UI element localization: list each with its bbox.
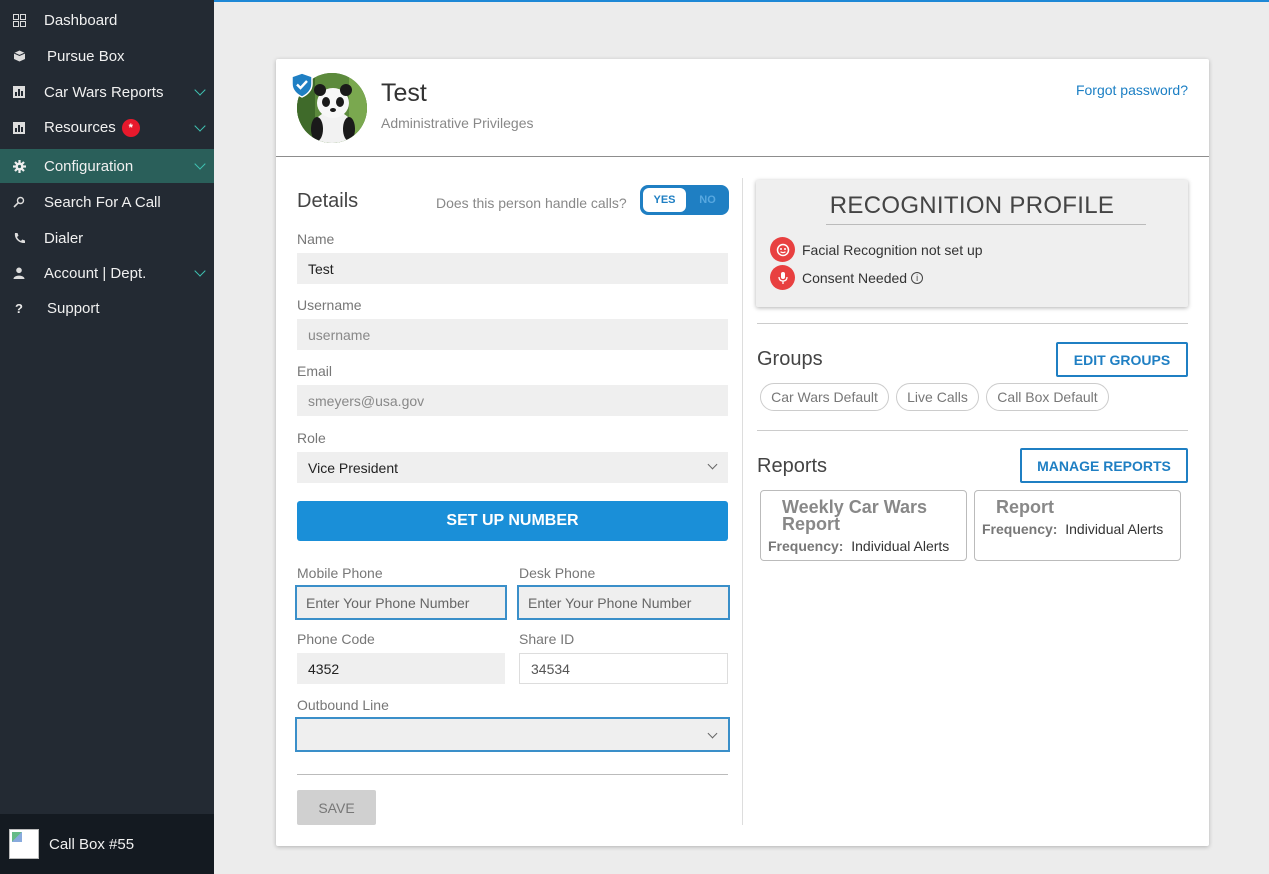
notification-badge: * xyxy=(121,119,140,138)
consent-status: Consent Needed i xyxy=(770,265,924,290)
mobile-phone-label: Mobile Phone xyxy=(297,565,383,581)
mobile-phone-input[interactable]: Enter Your Phone Number xyxy=(295,585,507,620)
nav-label: Configuration xyxy=(44,157,134,175)
name-field[interactable]: Test xyxy=(297,253,728,284)
toggle-yes[interactable]: YES xyxy=(643,188,686,212)
chevron-down-icon xyxy=(194,120,206,132)
manage-reports-button[interactable]: MANAGE REPORTS xyxy=(1020,448,1188,483)
report-title-line2: Report xyxy=(782,514,840,534)
report-frequency: Frequency: Individual Alerts xyxy=(982,521,1164,537)
nav-label: Car Wars Reports xyxy=(44,83,164,101)
recognition-title: RECOGNITION PROFILE xyxy=(829,192,1115,219)
email-field[interactable]: smeyers@usa.gov xyxy=(297,385,728,416)
callbox-label: Call Box #55 xyxy=(49,835,135,853)
chart-icon xyxy=(12,85,26,99)
chevron-down-icon xyxy=(194,265,206,277)
outbound-line-label: Outbound Line xyxy=(297,697,389,713)
handle-calls-question: Does this person handle calls? xyxy=(436,195,627,211)
header-divider xyxy=(276,156,1209,157)
nav-label: Dashboard xyxy=(44,11,118,29)
report-frequency: Frequency: Individual Alerts xyxy=(768,538,950,554)
chevron-down-icon xyxy=(707,728,718,739)
gear-icon xyxy=(12,159,26,173)
outbound-line-select[interactable] xyxy=(295,717,730,752)
chevron-down-icon xyxy=(194,158,206,170)
user-role: Administrative Privileges xyxy=(381,115,534,131)
face-icon xyxy=(770,237,795,262)
info-icon[interactable]: i xyxy=(911,271,924,284)
nav-dashboard[interactable]: Dashboard xyxy=(0,3,214,37)
set-up-number-button[interactable]: SET UP NUMBER xyxy=(297,501,728,541)
groups-title: Groups xyxy=(757,348,823,370)
facial-recognition-text: Facial Recognition not set up xyxy=(802,241,983,258)
group-chip[interactable]: Call Box Default xyxy=(986,383,1109,411)
group-chip[interactable]: Live Calls xyxy=(896,383,979,411)
chevron-down-icon xyxy=(707,459,718,470)
role-select-value: Vice President xyxy=(308,459,399,476)
search-icon xyxy=(12,195,26,209)
role-label: Role xyxy=(297,430,326,446)
nav-account-dept[interactable]: Account | Dept. xyxy=(0,256,214,290)
column-divider xyxy=(742,178,743,825)
phone-code-field[interactable]: 4352 xyxy=(297,653,505,684)
nav-car-wars-reports[interactable]: Car Wars Reports xyxy=(0,75,214,109)
desk-phone-input[interactable]: Enter Your Phone Number xyxy=(517,585,730,620)
user-profile-card: Test Administrative Privileges Forgot pa… xyxy=(276,59,1209,846)
recognition-divider xyxy=(826,224,1146,225)
share-id-field[interactable]: 34534 xyxy=(519,653,728,684)
report-card[interactable]: Weekly Car Wars Report Frequency: Indivi… xyxy=(760,490,967,561)
verified-shield-icon xyxy=(290,72,314,98)
phone-code-label: Phone Code xyxy=(297,631,375,647)
grid-icon xyxy=(12,13,26,27)
toggle-no[interactable]: NO xyxy=(689,188,726,212)
nav-label: Account | Dept. xyxy=(44,264,147,282)
nav-resources[interactable]: Resources * xyxy=(0,111,214,145)
group-chip[interactable]: Car Wars Default xyxy=(760,383,889,411)
username-label: Username xyxy=(297,297,362,313)
consent-text: Consent Needed xyxy=(802,269,908,286)
nav-support[interactable]: ? Support xyxy=(0,291,214,325)
reports-title: Reports xyxy=(757,455,828,477)
edit-groups-button[interactable]: EDIT GROUPS xyxy=(1056,342,1188,377)
handle-calls-toggle[interactable]: YES NO xyxy=(640,185,729,215)
nav-dialer[interactable]: Dialer xyxy=(0,221,214,255)
box-icon xyxy=(12,49,26,63)
facial-recognition-status: Facial Recognition not set up xyxy=(770,237,983,262)
report-card[interactable]: Report Frequency: Individual Alerts xyxy=(974,490,1181,561)
nav-label: Support xyxy=(47,299,100,317)
microphone-icon xyxy=(770,265,795,290)
nav-label: Pursue Box xyxy=(47,47,125,65)
top-accent-bar xyxy=(214,0,1269,2)
desk-phone-label: Desk Phone xyxy=(519,565,596,581)
sidebar: Dashboard Pursue Box Car Wars Reports Re… xyxy=(0,0,214,874)
section-divider xyxy=(757,430,1188,431)
question-icon: ? xyxy=(15,300,23,316)
nav-pursue-box[interactable]: Pursue Box xyxy=(0,39,214,73)
recognition-profile-panel: RECOGNITION PROFILE Facial Recognition n… xyxy=(756,180,1188,307)
nav-label: Resources * xyxy=(44,119,140,138)
nav-label: Search For A Call xyxy=(44,193,161,211)
save-button[interactable]: SAVE xyxy=(297,790,376,825)
nav-configuration[interactable]: Configuration xyxy=(0,149,214,183)
nav-search-for-a-call[interactable]: Search For A Call xyxy=(0,185,214,219)
phone-icon xyxy=(12,231,26,245)
form-divider xyxy=(297,774,728,775)
section-divider xyxy=(757,323,1188,324)
role-select[interactable]: Vice President xyxy=(297,452,728,483)
username-field[interactable]: username xyxy=(297,319,728,350)
callbox-footer[interactable]: Call Box #55 xyxy=(0,814,214,874)
details-title: Details xyxy=(297,190,359,212)
person-icon xyxy=(12,266,26,280)
user-name: Test xyxy=(381,79,427,107)
nav-label: Dialer xyxy=(44,229,84,247)
broken-image-icon xyxy=(9,829,39,859)
chevron-down-icon xyxy=(194,84,206,96)
share-id-label: Share ID xyxy=(519,631,575,647)
chart-icon xyxy=(12,121,26,135)
email-label: Email xyxy=(297,363,333,379)
forgot-password-link[interactable]: Forgot password? xyxy=(1076,82,1188,98)
report-title: Report xyxy=(996,497,1054,517)
name-label: Name xyxy=(297,231,335,247)
